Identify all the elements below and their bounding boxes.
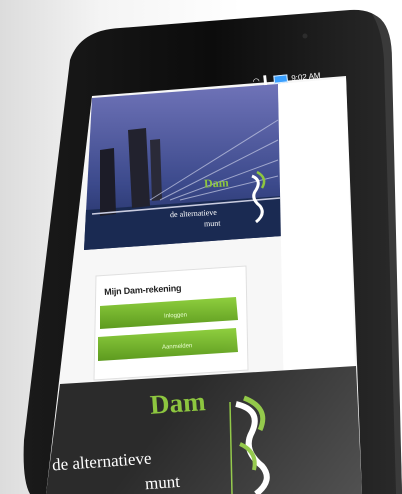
status-time: 9:02 AM (290, 70, 321, 83)
banner-tagline-line2: munt (203, 218, 221, 229)
signal-icon: ▌ (263, 75, 270, 85)
battery-icon (272, 74, 288, 84)
footer-tagline-line2: munt (144, 471, 181, 494)
photo-stage: ◠ ▌ 9:02 AM Dam de alternatieve munt Mij… (0, 0, 402, 494)
screen-glare (46, 76, 362, 494)
camera-dot (302, 33, 308, 39)
login-button-label[interactable]: Inloggen (164, 312, 187, 319)
footer-brand: Dam (148, 386, 207, 420)
banner-brand: Dam (203, 175, 229, 191)
wifi-icon: ◠ (252, 76, 261, 86)
